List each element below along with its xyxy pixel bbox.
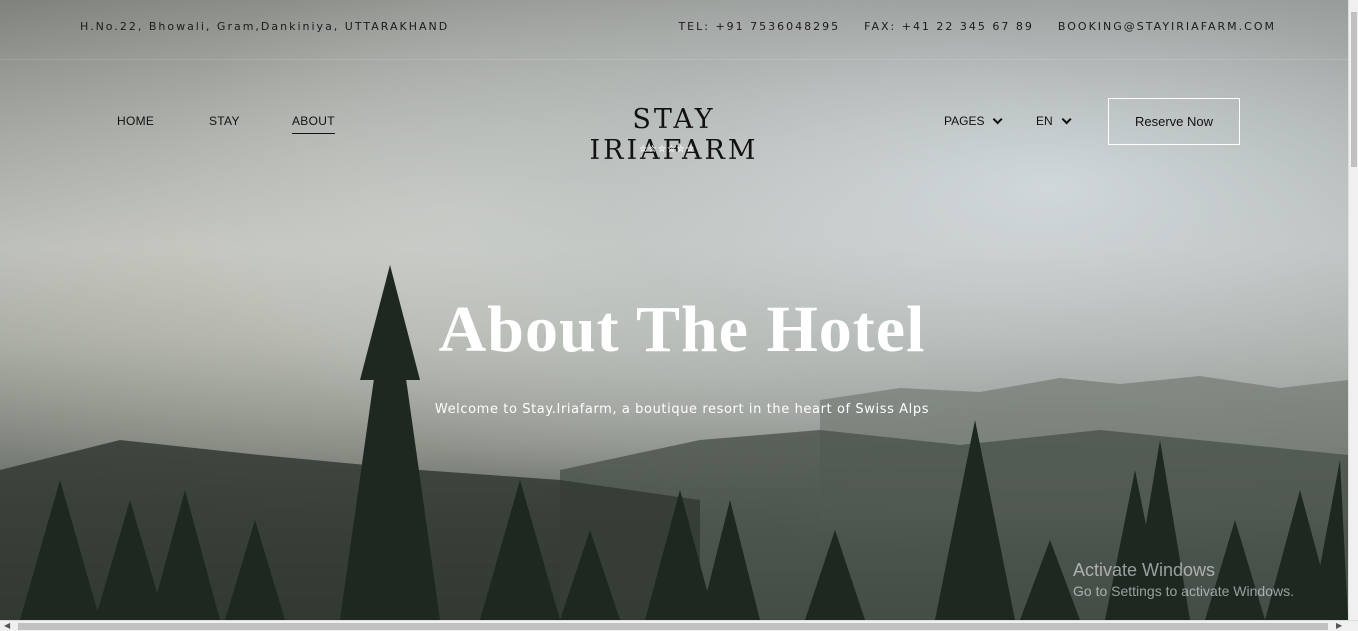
chevron-down-icon: [993, 114, 1004, 125]
brand-logo[interactable]: STAY IRIAFARM: [550, 104, 798, 166]
phone-text: TEL: +91 7536048295: [678, 20, 841, 33]
email-link[interactable]: BOOKING@STAYIRIAFARM.COM: [1058, 20, 1276, 33]
pages-dropdown-label: PAGES: [944, 114, 985, 128]
nav-about-link[interactable]: ABOUT: [292, 114, 335, 134]
windows-activation-watermark: Activate Windows Go to Settings to activ…: [1073, 560, 1294, 599]
language-dropdown[interactable]: EN: [1036, 114, 1072, 128]
fax-text: FAX: +41 22 345 67 89: [864, 20, 1034, 33]
hero-title: About The Hotel: [438, 293, 926, 366]
watermark-subtitle: Go to Settings to activate Windows.: [1073, 583, 1294, 599]
horizontal-scrollbar[interactable]: ◀ ▶: [0, 620, 1358, 631]
reserve-now-button[interactable]: Reserve Now: [1108, 98, 1240, 145]
contact-info: TEL: +91 7536048295 FAX: +41 22 345 67 8…: [678, 20, 1276, 33]
hero-subtitle: Welcome to Stay.Iriafarm, a boutique res…: [434, 402, 930, 417]
top-info-bar: H.No.22, Bhowali, Gram,Dankiniya, UTTARA…: [0, 0, 1348, 60]
watermark-title: Activate Windows: [1073, 560, 1216, 580]
nav-stay-link[interactable]: STAY: [209, 114, 240, 128]
scroll-right-arrow-icon[interactable]: ▶: [1336, 621, 1342, 630]
chevron-down-icon: [1061, 114, 1072, 125]
address-text: H.No.22, Bhowali, Gram,Dankiniya, UTTARA…: [80, 20, 450, 33]
main-navigation: HOME STAY ABOUT STAY IRIAFARM ✮✮✮✮✮✮ PAG…: [0, 60, 1348, 180]
vertical-scrollbar[interactable]: [1348, 0, 1358, 620]
horizontal-scrollbar-thumb[interactable]: [18, 623, 1328, 630]
star-rating: ✮✮✮✮✮✮: [639, 144, 696, 155]
pages-dropdown[interactable]: PAGES: [944, 114, 1004, 128]
language-dropdown-label: EN: [1036, 114, 1053, 128]
nav-home-link[interactable]: HOME: [117, 114, 154, 128]
vertical-scrollbar-thumb[interactable]: [1351, 12, 1357, 167]
scroll-left-arrow-icon[interactable]: ◀: [4, 621, 10, 630]
